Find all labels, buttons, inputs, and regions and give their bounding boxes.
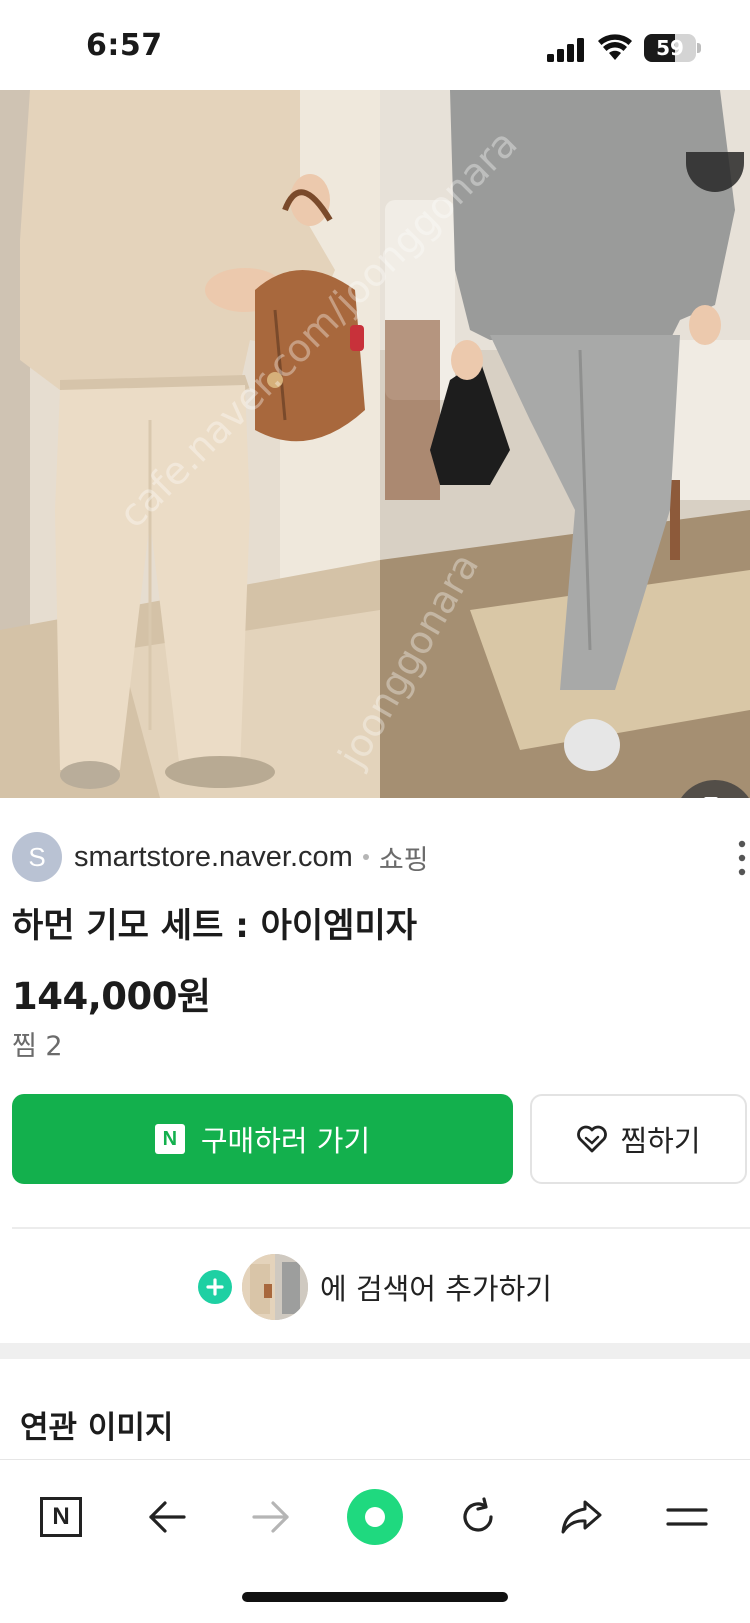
divider: [12, 1227, 750, 1229]
separator-dot: [362, 854, 369, 860]
plus-icon: [198, 1270, 233, 1304]
menu-button[interactable]: [652, 1482, 722, 1552]
home-indicator: [242, 1592, 508, 1602]
product-image[interactable]: cafe.naver.com/joonggonara joonggonara: [0, 90, 750, 798]
related-images-title: 연관 이미지: [20, 1410, 174, 1446]
wish-button[interactable]: 찜하기: [530, 1094, 747, 1184]
back-arrow-icon: [149, 1501, 186, 1533]
product-title[interactable]: 하먼 기모 세트 : 아이엠미자: [12, 898, 417, 947]
wifi-icon: [598, 34, 632, 60]
battery-icon: 59: [644, 34, 701, 62]
add-search-label: 에 검색어 추가하기: [320, 1272, 552, 1306]
reload-button[interactable]: [443, 1482, 513, 1552]
naver-home-label: N: [52, 1503, 70, 1530]
buy-button[interactable]: N 구매하러 가기: [12, 1094, 513, 1184]
naver-logo-icon: N: [154, 1124, 185, 1154]
source-row[interactable]: S smartstore.naver.com 쇼핑: [12, 832, 429, 882]
wish-count: 찜 2: [12, 1031, 63, 1062]
lens-search-button[interactable]: [674, 780, 750, 798]
forward-button[interactable]: [236, 1482, 306, 1552]
share-icon: [561, 1500, 602, 1534]
battery-percent: 59: [656, 36, 684, 60]
wish-button-label: 찜하기: [620, 1124, 701, 1158]
source-domain[interactable]: smartstore.naver.com: [74, 841, 353, 874]
naver-home-icon: N: [40, 1497, 82, 1537]
green-dot-button[interactable]: [340, 1482, 410, 1552]
more-vertical-icon[interactable]: [738, 840, 746, 876]
green-dot-icon: [347, 1489, 403, 1545]
status-bar: 6:57 59: [0, 0, 750, 90]
back-button[interactable]: [132, 1482, 202, 1552]
reload-icon: [463, 1497, 493, 1532]
source-avatar: S: [12, 832, 62, 882]
status-time: 6:57: [86, 28, 163, 63]
forward-arrow-icon: [252, 1501, 289, 1533]
product-price: 144,000원: [12, 975, 211, 1018]
buy-button-label: 구매하러 가기: [200, 1124, 371, 1158]
heart-icon: [577, 1125, 608, 1153]
section-gap: [0, 1343, 750, 1359]
naver-home-button[interactable]: N: [26, 1482, 96, 1552]
add-search-term-row[interactable]: 에 검색어 추가하기: [0, 1252, 750, 1322]
signal-icon: [547, 38, 584, 62]
search-image-thumbnail: [242, 1254, 309, 1320]
lens-search-icon: [704, 797, 718, 798]
menu-icon: [666, 1508, 708, 1526]
share-button[interactable]: [546, 1482, 616, 1552]
source-category: 쇼핑: [378, 844, 429, 876]
